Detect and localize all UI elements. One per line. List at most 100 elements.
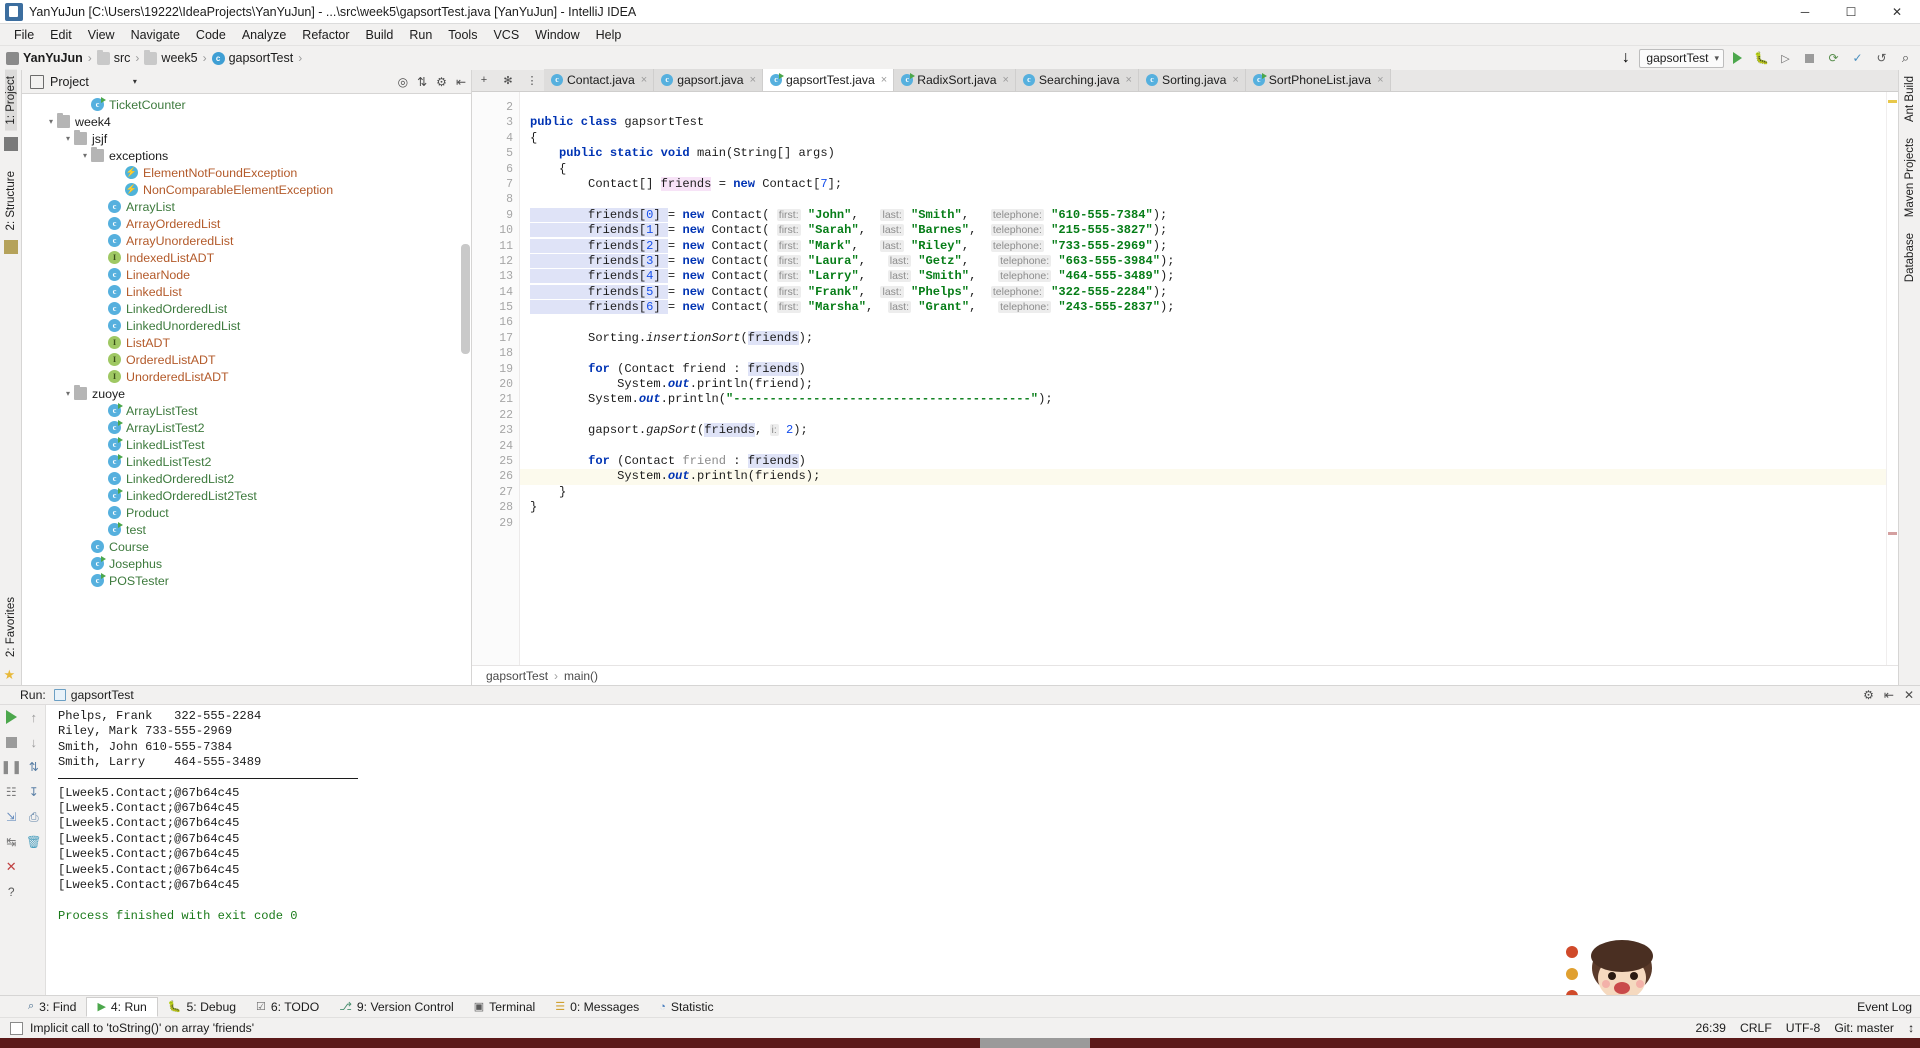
close-tab-icon[interactable]: × — [1377, 74, 1383, 86]
menu-edit[interactable]: Edit — [42, 26, 80, 44]
sidebar-item-ant-build[interactable]: Ant Build — [1904, 70, 1916, 128]
tool-window-button[interactable]: ☑ 6: TODO — [246, 998, 329, 1016]
gear-icon[interactable]: ⚙ — [436, 76, 447, 88]
tree-node[interactable]: ▾ exceptions — [22, 147, 471, 164]
tool-window-button[interactable]: ⎇ 9: Version Control — [329, 998, 464, 1016]
menu-view[interactable]: View — [80, 26, 123, 44]
error-marker[interactable] — [1888, 532, 1897, 535]
code-line[interactable] — [520, 516, 1886, 531]
menu-navigate[interactable]: Navigate — [123, 26, 188, 44]
tree-node[interactable]: I IndexedListADT — [22, 249, 471, 266]
project-tree[interactable]: c TicketCounter ▾ week4 ▾ jsjf ▾ exceptions ⚡ Ele… — [22, 94, 471, 685]
menu-window[interactable]: Window — [527, 26, 587, 44]
event-log-button[interactable]: Event Log — [1857, 1000, 1912, 1014]
editor-tab[interactable]: c gapsort.java × — [654, 69, 764, 91]
tree-node[interactable]: c test — [22, 521, 471, 538]
gutter-line[interactable]: 27 — [472, 485, 535, 502]
gutter-line[interactable]: 23 — [472, 423, 519, 438]
close-tab-icon[interactable]: × — [750, 74, 756, 86]
gear-icon[interactable]: ⚙ — [1863, 689, 1874, 701]
breadcrumb-src[interactable]: src — [114, 51, 131, 65]
question-icon[interactable]: ? — [3, 884, 19, 900]
wrap-icon[interactable]: ↹ — [3, 834, 19, 850]
gutter-line[interactable]: 10 — [472, 223, 519, 238]
chevron-down-icon[interactable]: ▾ — [62, 389, 74, 398]
collapse-all-icon[interactable]: ⇅ — [417, 76, 427, 88]
gutter-line[interactable]: 16 — [472, 315, 519, 330]
pin-tab-icon[interactable]: ✻ — [496, 69, 520, 91]
sidebar-item-structure[interactable]: 2: Structure — [5, 165, 17, 236]
vcs-update-button[interactable]: ⟳ — [1823, 48, 1844, 68]
sidebar-item-project[interactable]: 1: Project — [4, 70, 17, 131]
tree-node[interactable]: c LinkedOrderedList2 — [22, 470, 471, 487]
chevron-down-icon[interactable]: ▾ — [62, 134, 74, 143]
code-line[interactable] — [520, 315, 1886, 330]
add-tab-icon[interactable]: + — [472, 69, 496, 91]
run-configuration-selector[interactable]: gapsortTest ▾ — [1639, 48, 1724, 68]
code-line[interactable]: friends[5] = new Contact( first: "Frank"… — [520, 284, 1886, 300]
scroll-to-end-icon[interactable]: ↧ — [26, 784, 42, 800]
editor-tab[interactable]: c gapsortTest.java × — [763, 69, 895, 91]
gutter-line[interactable]: 8 — [472, 192, 519, 207]
scroll-down-icon[interactable]: ↓ — [26, 734, 42, 750]
dump-threads-icon[interactable]: ☷ — [3, 784, 19, 800]
tree-node[interactable]: c LinkedUnorderedList — [22, 317, 471, 334]
code-line[interactable] — [520, 100, 1886, 115]
code-editor[interactable]: public class gapsortTest{ public static … — [520, 92, 1886, 665]
code-line[interactable] — [520, 408, 1886, 423]
gutter-line[interactable]: 12 — [472, 254, 519, 269]
code-line[interactable] — [520, 346, 1886, 361]
breadcrumb-method[interactable]: main() — [564, 669, 598, 683]
gutter-line[interactable]: 2 — [472, 100, 519, 115]
tree-node[interactable]: ⚡ ElementNotFoundException — [22, 164, 471, 181]
tree-node[interactable]: c TicketCounter — [22, 96, 471, 113]
tab-list-icon[interactable]: ⋮ — [520, 69, 544, 91]
print-icon[interactable]: ⎙ — [26, 809, 42, 825]
close-tab-icon[interactable]: × — [1002, 74, 1008, 86]
close-tab-icon[interactable]: × — [1126, 74, 1132, 86]
code-line[interactable]: Sorting.insertionSort(friends); — [520, 330, 1886, 346]
tree-node[interactable]: c LinearNode — [22, 266, 471, 283]
editor-tab[interactable]: c Contact.java × — [544, 69, 655, 91]
gutter-line[interactable]: 13 — [472, 269, 519, 284]
chevron-down-icon[interactable]: ▾ — [45, 117, 57, 126]
gutter-line[interactable]: 19 — [472, 362, 519, 377]
clear-all-icon[interactable]: 🗑 — [26, 834, 42, 850]
tree-node[interactable]: ▾ zuoye — [22, 385, 471, 402]
menu-analyze[interactable]: Analyze — [234, 26, 294, 44]
sidebar-item-favorites[interactable]: 2: Favorites — [5, 591, 17, 663]
tree-node[interactable]: ⚡ NonComparableElementException — [22, 181, 471, 198]
tree-node[interactable]: c LinkedOrderedList2Test — [22, 487, 471, 504]
editor-tab[interactable]: c Searching.java × — [1015, 69, 1139, 91]
editor-gutter[interactable]: 2 3 4 5 6 7 8 9 10 11 12 13 14 15 16 17 18 19 20 21 22 23 24 25… — [472, 92, 535, 665]
code-line[interactable]: public class gapsortTest — [520, 115, 1886, 130]
tree-node[interactable]: I OrderedListADT — [22, 351, 471, 368]
gutter-line[interactable]: 18 — [472, 346, 519, 361]
code-line[interactable]: System.out.println("--------------------… — [520, 392, 1886, 407]
tool-window-button[interactable]: 🐛 5: Debug — [158, 998, 246, 1016]
warning-marker[interactable] — [1888, 100, 1897, 103]
gutter-line[interactable]: 29 — [472, 516, 519, 531]
console-output[interactable]: Phelps, Frank 322-555-2284 Riley, Mark 73… — [46, 705, 1920, 995]
tree-node[interactable]: c LinkedListTest — [22, 436, 471, 453]
close-tab-icon[interactable]: × — [1232, 74, 1238, 86]
editor-tab[interactable]: c SortPhoneList.java × — [1245, 69, 1391, 91]
tree-node[interactable]: c Course — [22, 538, 471, 555]
close-icon[interactable]: ✕ — [1904, 689, 1914, 701]
tree-node[interactable]: ▾ jsjf — [22, 130, 471, 147]
code-line[interactable]: System.out.println(friend); — [520, 377, 1886, 392]
stop-button[interactable] — [1799, 48, 1820, 68]
tool-window-button[interactable]: ⌕ 3: Find — [18, 998, 86, 1016]
file-encoding[interactable]: UTF-8 — [1786, 1021, 1821, 1035]
target-icon[interactable]: ◎ — [398, 76, 408, 88]
pause-icon[interactable]: ❚❚ — [0, 759, 22, 775]
tree-node[interactable]: c LinkedList — [22, 283, 471, 300]
code-line[interactable]: friends[1] = new Contact( first: "Sarah"… — [520, 223, 1886, 238]
breadcrumb-package[interactable]: week5 — [161, 51, 197, 65]
breadcrumb-class[interactable]: gapsortTest — [486, 669, 548, 683]
gutter-line[interactable]: 3 — [472, 113, 535, 137]
tool-window-button[interactable]: ▶ 4: Run — [86, 996, 158, 1017]
code-line[interactable]: System.out.println(friends); — [520, 469, 1886, 485]
close-tab-icon[interactable]: × — [881, 74, 887, 86]
star-icon[interactable]: ★ — [4, 667, 18, 682]
